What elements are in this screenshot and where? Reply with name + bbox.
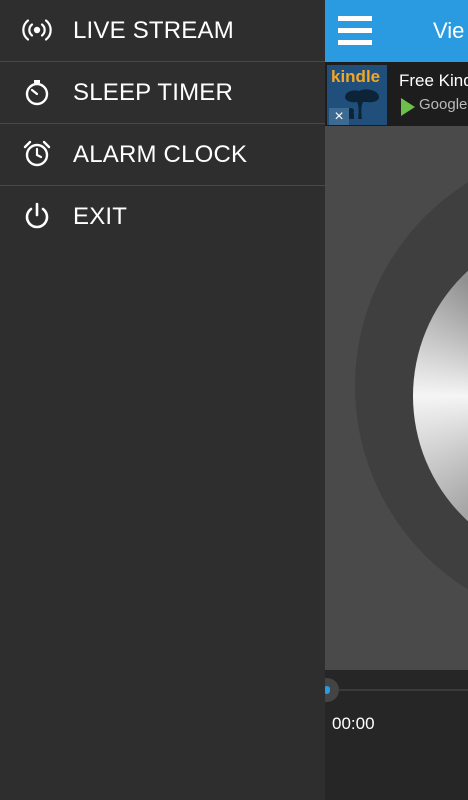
power-icon xyxy=(25,202,49,229)
playback-controls: 00:00 xyxy=(325,670,468,800)
broadcast-icon xyxy=(22,19,52,41)
menu-item-sleep-timer[interactable]: SLEEP TIMER xyxy=(0,62,325,123)
app-toolbar: Vie xyxy=(325,0,468,62)
toolbar-title: Vie xyxy=(433,18,465,43)
menu-label-sleep-timer: SLEEP TIMER xyxy=(73,79,234,106)
ad-close-button[interactable]: × xyxy=(329,108,349,125)
stopwatch-icon xyxy=(25,80,49,106)
menu-item-live-stream[interactable]: LIVE STREAM xyxy=(0,0,325,61)
menu-item-alarm-clock[interactable]: ALARM CLOCK xyxy=(0,124,325,185)
kindle-logo: kindle × xyxy=(327,65,387,125)
google-play-icon xyxy=(401,98,415,116)
menu-hamburger-icon[interactable] xyxy=(338,16,372,46)
seek-thumb[interactable] xyxy=(325,678,339,702)
google-play-label: Google p xyxy=(419,96,468,113)
seek-bar[interactable] xyxy=(325,689,468,691)
album-art-area xyxy=(325,126,468,670)
menu-label-exit: EXIT xyxy=(73,203,128,230)
main-screen: Vie kindle × Free Kind Google p 00:00 xyxy=(325,0,468,800)
navigation-drawer: LIVE STREAM SLEEP TIMER ALARM CLOCK EXIT xyxy=(0,0,325,800)
ad-headline: Free Kind xyxy=(399,71,468,90)
elapsed-time: 00:00 xyxy=(332,714,375,733)
menu-label-live-stream: LIVE STREAM xyxy=(73,17,234,44)
ad-banner[interactable]: kindle × Free Kind Google p xyxy=(325,62,468,126)
menu-label-alarm-clock: ALARM CLOCK xyxy=(73,141,248,168)
menu-item-exit[interactable]: EXIT xyxy=(0,186,325,247)
google-play-badge: Google p xyxy=(401,96,468,118)
alarm-clock-icon xyxy=(23,140,51,167)
kindle-logo-text: kindle xyxy=(331,67,381,86)
